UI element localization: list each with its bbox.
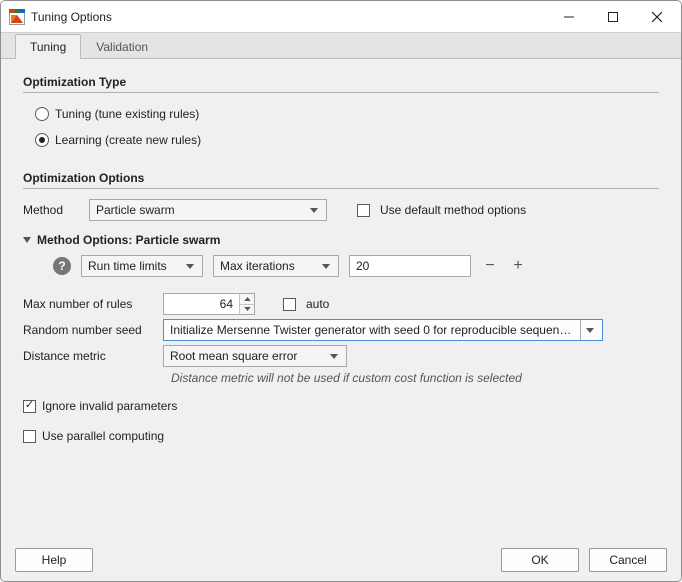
spinner-buttons — [239, 293, 255, 315]
max-iterations-input[interactable]: 20 — [349, 255, 471, 277]
section-rule — [23, 92, 659, 93]
tab-bar: Tuning Validation — [1, 33, 681, 59]
section-title-optimization-type: Optimization Type — [23, 69, 659, 92]
method-options-title: Method Options: Particle swarm — [37, 233, 220, 247]
max-rules-input[interactable]: 64 — [163, 293, 239, 315]
max-rules-value: 64 — [220, 297, 233, 311]
spin-down[interactable] — [240, 305, 254, 315]
dialog-footer: Help OK Cancel — [1, 539, 681, 581]
distance-hint: Distance metric will not be used if cust… — [171, 371, 659, 385]
distance-row: Distance metric Root mean square error — [23, 345, 659, 367]
caret-down-icon — [23, 237, 31, 243]
max-rules-spinner[interactable]: 64 — [163, 293, 255, 315]
max-rules-row: Max number of rules 64 auto — [23, 293, 659, 315]
tab-validation[interactable]: Validation — [81, 34, 163, 59]
ignore-invalid-checkbox[interactable] — [23, 400, 36, 413]
radio-learning[interactable] — [35, 133, 49, 147]
method-dropdown[interactable]: Particle swarm — [89, 199, 327, 221]
tab-label: Tuning — [30, 40, 66, 54]
method-label: Method — [23, 203, 79, 217]
radio-tuning-label: Tuning (tune existing rules) — [55, 107, 199, 121]
max-iterations-value: 20 — [356, 259, 369, 273]
parallel-checkbox[interactable] — [23, 430, 36, 443]
ignore-invalid-label: Ignore invalid parameters — [42, 399, 177, 413]
seed-row: Random number seed Initialize Mersenne T… — [23, 319, 659, 341]
window-title: Tuning Options — [31, 10, 112, 24]
button-label: OK — [531, 553, 548, 567]
ok-button[interactable]: OK — [501, 548, 579, 572]
chevron-down-icon — [306, 208, 322, 213]
minimize-button[interactable] — [547, 2, 591, 32]
auto-label: auto — [306, 297, 329, 311]
remove-button[interactable]: − — [481, 257, 499, 275]
seed-value: Initialize Mersenne Twister generator wi… — [170, 323, 576, 337]
use-default-checkbox[interactable] — [357, 204, 370, 217]
dialog-body: Optimization Type Tuning (tune existing … — [1, 59, 681, 539]
seed-dropdown[interactable]: Initialize Mersenne Twister generator wi… — [163, 319, 603, 341]
method-options-header[interactable]: Method Options: Particle swarm — [23, 233, 659, 247]
maximize-button[interactable] — [591, 2, 635, 32]
radio-learning-row[interactable]: Learning (create new rules) — [35, 129, 659, 151]
maximize-icon — [607, 11, 619, 23]
max-iterations-dropdown[interactable]: Max iterations — [213, 255, 339, 277]
runtime-limits-dropdown[interactable]: Run time limits — [81, 255, 203, 277]
tab-label: Validation — [96, 40, 148, 54]
tuning-options-window: Tuning Options Tuning Validation Optimiz… — [0, 0, 682, 582]
auto-checkbox[interactable] — [283, 298, 296, 311]
method-row: Method Particle swarm Use default method… — [23, 199, 659, 221]
button-label: Help — [42, 553, 67, 567]
radio-learning-label: Learning (create new rules) — [55, 133, 201, 147]
radio-tuning[interactable] — [35, 107, 49, 121]
max-rules-label: Max number of rules — [23, 297, 153, 311]
section-rule — [23, 188, 659, 189]
method-value: Particle swarm — [96, 203, 306, 217]
add-button[interactable]: + — [509, 257, 527, 275]
distance-label: Distance metric — [23, 349, 153, 363]
help-icon[interactable]: ? — [53, 257, 71, 275]
max-iterations-label: Max iterations — [220, 259, 318, 273]
cancel-button[interactable]: Cancel — [589, 548, 667, 572]
chevron-down-icon — [580, 320, 598, 340]
ignore-invalid-row[interactable]: Ignore invalid parameters — [23, 395, 659, 417]
close-button[interactable] — [635, 2, 679, 32]
matlab-app-icon — [9, 9, 25, 25]
runtime-limits-value: Run time limits — [88, 259, 182, 273]
method-options-row: ? Run time limits Max iterations 20 − + — [53, 255, 659, 277]
seed-label: Random number seed — [23, 323, 153, 337]
minimize-icon — [563, 11, 575, 23]
radio-tuning-row[interactable]: Tuning (tune existing rules) — [35, 103, 659, 125]
button-label: Cancel — [609, 553, 646, 567]
close-icon — [651, 11, 663, 23]
tab-tuning[interactable]: Tuning — [15, 34, 81, 59]
titlebar: Tuning Options — [1, 1, 681, 33]
chevron-down-icon — [318, 264, 334, 269]
section-title-optimization-options: Optimization Options — [23, 165, 659, 188]
chevron-down-icon — [326, 354, 342, 359]
parallel-row[interactable]: Use parallel computing — [23, 425, 659, 447]
distance-dropdown[interactable]: Root mean square error — [163, 345, 347, 367]
help-button[interactable]: Help — [15, 548, 93, 572]
chevron-down-icon — [182, 264, 198, 269]
parallel-label: Use parallel computing — [42, 429, 164, 443]
spin-up[interactable] — [240, 294, 254, 305]
distance-value: Root mean square error — [170, 349, 326, 363]
use-default-label: Use default method options — [380, 203, 526, 217]
